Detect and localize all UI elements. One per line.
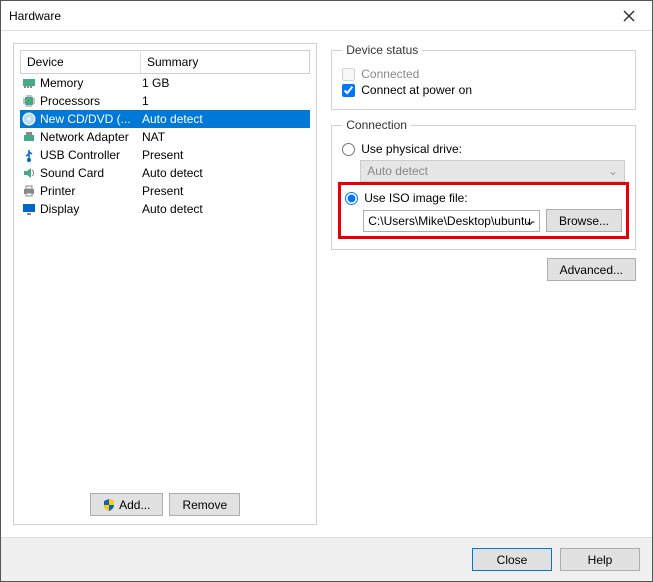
cd-icon xyxy=(22,112,36,126)
use-iso-radio[interactable] xyxy=(345,192,358,205)
device-status-group: Device status Connected Connect at power… xyxy=(331,43,636,110)
table-row[interactable]: Printer Present xyxy=(20,182,310,200)
device-list[interactable]: Memory 1 GB Processors 1 New CD/DVD (... Auto… xyxy=(20,74,310,487)
device-summary: Present xyxy=(142,148,310,162)
right-panel: Device status Connected Connect at power… xyxy=(327,43,640,525)
physical-drive-value: Auto detect xyxy=(367,164,428,178)
shield-icon xyxy=(103,499,115,511)
table-row[interactable]: USB Controller Present xyxy=(20,146,310,164)
device-panel: Device Summary Memory 1 GB Processors 1 New … xyxy=(13,43,317,525)
header-summary[interactable]: Summary xyxy=(141,51,309,73)
iso-path-value: C:\Users\Mike\Desktop\ubuntu- xyxy=(368,214,535,228)
device-name: Processors xyxy=(40,94,100,108)
use-physical-radio[interactable] xyxy=(342,143,355,156)
connect-power-label[interactable]: Connect at power on xyxy=(361,83,472,97)
device-name: Display xyxy=(40,202,79,216)
printer-icon xyxy=(22,184,36,198)
dialog-footer: Close Help xyxy=(1,537,652,581)
device-summary: 1 xyxy=(142,94,310,108)
display-icon xyxy=(22,202,36,216)
table-header: Device Summary xyxy=(20,50,310,74)
cpu-icon xyxy=(22,94,36,108)
add-button[interactable]: Add... xyxy=(90,493,163,516)
device-name: New CD/DVD (... xyxy=(40,112,131,126)
content-area: Device Summary Memory 1 GB Processors 1 New … xyxy=(1,31,652,537)
connection-group: Connection Use physical drive: Auto dete… xyxy=(331,118,636,250)
table-row[interactable]: Memory 1 GB xyxy=(20,74,310,92)
table-row[interactable]: Display Auto detect xyxy=(20,200,310,218)
use-iso-label[interactable]: Use ISO image file: xyxy=(364,191,467,205)
device-summary: Auto detect xyxy=(142,202,310,216)
device-summary: Present xyxy=(142,184,310,198)
device-buttons: Add... Remove xyxy=(20,487,310,518)
device-status-legend: Device status xyxy=(342,43,422,57)
device-name: Network Adapter xyxy=(40,130,129,144)
connected-checkbox xyxy=(342,68,355,81)
physical-drive-combo: Auto detect ⌄ xyxy=(360,160,625,182)
device-summary: NAT xyxy=(142,130,310,144)
connection-legend: Connection xyxy=(342,118,411,132)
titlebar: Hardware xyxy=(1,1,652,31)
add-button-label: Add... xyxy=(119,498,150,512)
close-button[interactable]: Close xyxy=(472,548,552,571)
highlight-box: Use ISO image file: C:\Users\Mike\Deskto… xyxy=(338,182,629,239)
device-summary: Auto detect xyxy=(142,166,310,180)
net-icon xyxy=(22,130,36,144)
help-button[interactable]: Help xyxy=(560,548,640,571)
device-summary: 1 GB xyxy=(142,76,310,90)
device-name: Sound Card xyxy=(40,166,104,180)
table-row[interactable]: Network Adapter NAT xyxy=(20,128,310,146)
advanced-row: Advanced... xyxy=(331,258,636,281)
chevron-down-icon: ⌄ xyxy=(608,164,618,178)
iso-path-combo[interactable]: C:\Users\Mike\Desktop\ubuntu- ⌄ xyxy=(363,210,540,232)
connect-power-checkbox[interactable] xyxy=(342,84,355,97)
table-row[interactable]: Sound Card Auto detect xyxy=(20,164,310,182)
close-icon[interactable] xyxy=(606,1,652,31)
advanced-button[interactable]: Advanced... xyxy=(547,258,636,281)
table-row[interactable]: Processors 1 xyxy=(20,92,310,110)
use-physical-label[interactable]: Use physical drive: xyxy=(361,142,462,156)
header-device[interactable]: Device xyxy=(21,51,141,73)
device-name: Printer xyxy=(40,184,75,198)
memory-icon xyxy=(22,76,36,90)
chevron-down-icon: ⌄ xyxy=(525,214,535,228)
hardware-dialog: Hardware Device Summary Memory 1 GB Proces… xyxy=(0,0,653,582)
device-name: USB Controller xyxy=(40,148,120,162)
usb-icon xyxy=(22,148,36,162)
device-summary: Auto detect xyxy=(142,112,310,126)
remove-button[interactable]: Remove xyxy=(169,493,240,516)
connected-label: Connected xyxy=(361,67,419,81)
sound-icon xyxy=(22,166,36,180)
table-row[interactable]: New CD/DVD (... Auto detect xyxy=(20,110,310,128)
browse-button[interactable]: Browse... xyxy=(546,209,622,232)
window-title: Hardware xyxy=(9,9,606,23)
device-name: Memory xyxy=(40,76,83,90)
